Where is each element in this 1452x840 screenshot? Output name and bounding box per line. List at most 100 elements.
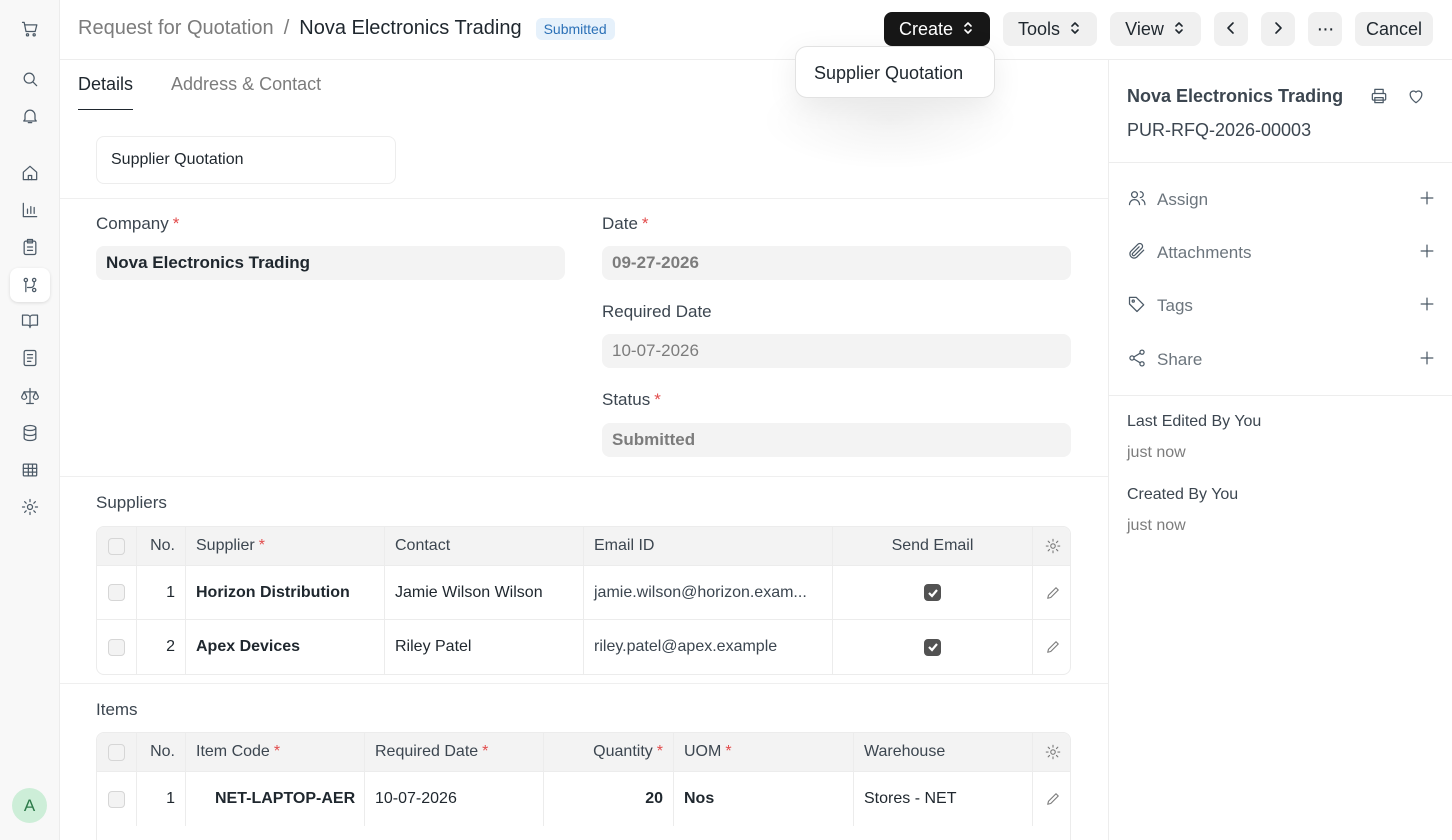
tab-address-contact[interactable]: Address & Contact — [171, 74, 321, 110]
supplier-cell[interactable]: Horizon Distribution — [186, 566, 385, 619]
required-date-label: Required Date — [602, 302, 712, 321]
status-badge: Submitted — [535, 17, 615, 40]
suppliers-table: No. Supplier * Contact Email ID Send Emai… — [96, 526, 1071, 675]
view-button-label: View — [1125, 18, 1164, 39]
status-label: Status * — [602, 390, 661, 409]
home-icon[interactable] — [10, 156, 50, 190]
sidebar-item-assign[interactable]: Assign — [1127, 187, 1437, 213]
bar-chart-icon[interactable] — [10, 193, 50, 227]
heart-icon[interactable] — [1406, 86, 1428, 108]
users-icon — [1127, 188, 1147, 213]
sidebar-item-share[interactable]: Share — [1127, 347, 1437, 373]
gear-icon[interactable] — [1033, 733, 1070, 771]
divider — [60, 476, 1108, 477]
table-header: No. Item Code * Required Date * Quantity * … — [97, 733, 1070, 772]
git-branch-icon[interactable] — [10, 268, 50, 302]
cancel-button[interactable]: Cancel — [1355, 12, 1433, 46]
chevron-up-down-icon — [1172, 19, 1186, 40]
items-table: No. Item Code * Required Date * Quantity * … — [96, 732, 1071, 840]
share-icon — [1127, 348, 1147, 373]
row-no: 1 — [137, 772, 186, 826]
required-date-cell[interactable]: 10-07-2026 — [365, 772, 544, 826]
row-no: 2 — [137, 620, 186, 674]
table-row[interactable]: 2 Apex Devices Riley Patel riley.patel@a… — [97, 620, 1070, 674]
database-icon[interactable] — [10, 416, 50, 450]
sidebar-item-tags[interactable]: Tags — [1127, 293, 1437, 319]
chevron-right-icon — [1271, 19, 1285, 40]
send-email-checkbox[interactable] — [924, 584, 941, 601]
col-item-code: Item Code * — [186, 733, 365, 771]
supplier-quotation-link[interactable]: Supplier Quotation — [96, 136, 396, 184]
chevron-up-down-icon — [961, 19, 975, 40]
tab-details[interactable]: Details — [78, 74, 134, 110]
previous-button[interactable] — [1214, 12, 1248, 46]
breadcrumb: Request for Quotation / Nova Electronics… — [78, 17, 615, 40]
quantity-cell[interactable]: 20 — [544, 772, 674, 826]
col-contact: Contact — [385, 527, 584, 565]
edit-pencil-icon[interactable] — [1033, 772, 1070, 826]
item-code-cell[interactable]: NET-LAPTOP-AER — [186, 772, 365, 826]
col-no: No. — [137, 733, 186, 771]
create-dropdown-menu: Supplier Quotation — [795, 46, 995, 98]
edit-pencil-icon[interactable] — [1033, 620, 1070, 674]
send-email-checkbox[interactable] — [924, 638, 941, 656]
sidebar-item-attachments[interactable]: Attachments — [1127, 240, 1437, 266]
chevron-left-icon — [1224, 19, 1238, 40]
email-cell[interactable]: jamie.wilson@horizon.exam... — [584, 566, 833, 619]
suppliers-section-title: Suppliers — [96, 493, 167, 512]
company-field[interactable]: Nova Electronics Trading — [96, 246, 565, 280]
breadcrumb-parent[interactable]: Request for Quotation — [78, 17, 274, 40]
contact-cell[interactable]: Jamie Wilson Wilson — [385, 566, 584, 619]
last-edited-label: Last Edited By You — [1127, 413, 1262, 430]
sidebar-title: Nova Electronics Trading — [1127, 86, 1344, 106]
document-icon[interactable] — [10, 341, 50, 375]
gear-icon[interactable] — [1033, 527, 1070, 565]
col-email: Email ID — [584, 527, 833, 565]
select-all-checkbox[interactable] — [108, 537, 125, 555]
settings-icon[interactable] — [10, 490, 50, 524]
row-no: 1 — [137, 566, 186, 619]
book-open-icon[interactable] — [10, 304, 50, 338]
status-field[interactable]: Submitted — [602, 423, 1071, 457]
plus-icon[interactable] — [1417, 348, 1437, 373]
table-row[interactable]: 1 NET-LAPTOP-AER 10-07-2026 20 Nos Store… — [97, 772, 1070, 826]
contact-cell[interactable]: Riley Patel — [385, 620, 584, 674]
scale-icon[interactable] — [10, 379, 50, 413]
more-button[interactable]: ··· — [1308, 12, 1342, 46]
row-checkbox[interactable] — [108, 638, 125, 656]
col-warehouse: Warehouse — [854, 733, 1033, 771]
table-header: No. Supplier * Contact Email ID Send Emai… — [97, 527, 1070, 566]
date-field[interactable]: 09-27-2026 — [602, 246, 1071, 280]
bell-icon[interactable] — [10, 99, 50, 133]
plus-icon[interactable] — [1417, 188, 1437, 213]
row-checkbox[interactable] — [108, 584, 125, 601]
col-send-email: Send Email — [833, 527, 1033, 565]
menu-item-supplier-quotation[interactable]: Supplier Quotation — [814, 63, 963, 84]
tools-button[interactable]: Tools — [1003, 12, 1097, 46]
uom-cell[interactable]: Nos — [674, 772, 854, 826]
select-all-checkbox[interactable] — [108, 743, 125, 761]
chevron-up-down-icon — [1068, 19, 1082, 40]
paperclip-icon — [1127, 241, 1147, 266]
avatar[interactable]: A — [12, 788, 47, 823]
warehouse-cell[interactable]: Stores - NET — [854, 772, 1033, 826]
required-date-field[interactable]: 10-07-2026 — [602, 334, 1071, 368]
plus-icon[interactable] — [1417, 241, 1437, 266]
table-row[interactable]: 1 Horizon Distribution Jamie Wilson Wils… — [97, 566, 1070, 620]
search-icon[interactable] — [10, 62, 50, 96]
edit-pencil-icon[interactable] — [1033, 566, 1070, 619]
plus-icon[interactable] — [1417, 294, 1437, 319]
attachments-label: Attachments — [1157, 243, 1252, 262]
email-cell[interactable]: riley.patel@apex.example — [584, 620, 833, 674]
cart-icon[interactable] — [10, 12, 50, 46]
supplier-cell[interactable]: Apex Devices — [186, 620, 385, 674]
next-button[interactable] — [1261, 12, 1295, 46]
clipboard-icon[interactable] — [10, 230, 50, 264]
table-icon[interactable] — [10, 453, 50, 487]
cancel-button-label: Cancel — [1365, 18, 1423, 39]
row-checkbox[interactable] — [108, 790, 125, 808]
create-button[interactable]: Create — [884, 12, 990, 46]
view-button[interactable]: View — [1110, 12, 1201, 46]
last-edited-value: just now — [1127, 444, 1186, 461]
printer-icon[interactable] — [1369, 86, 1391, 108]
